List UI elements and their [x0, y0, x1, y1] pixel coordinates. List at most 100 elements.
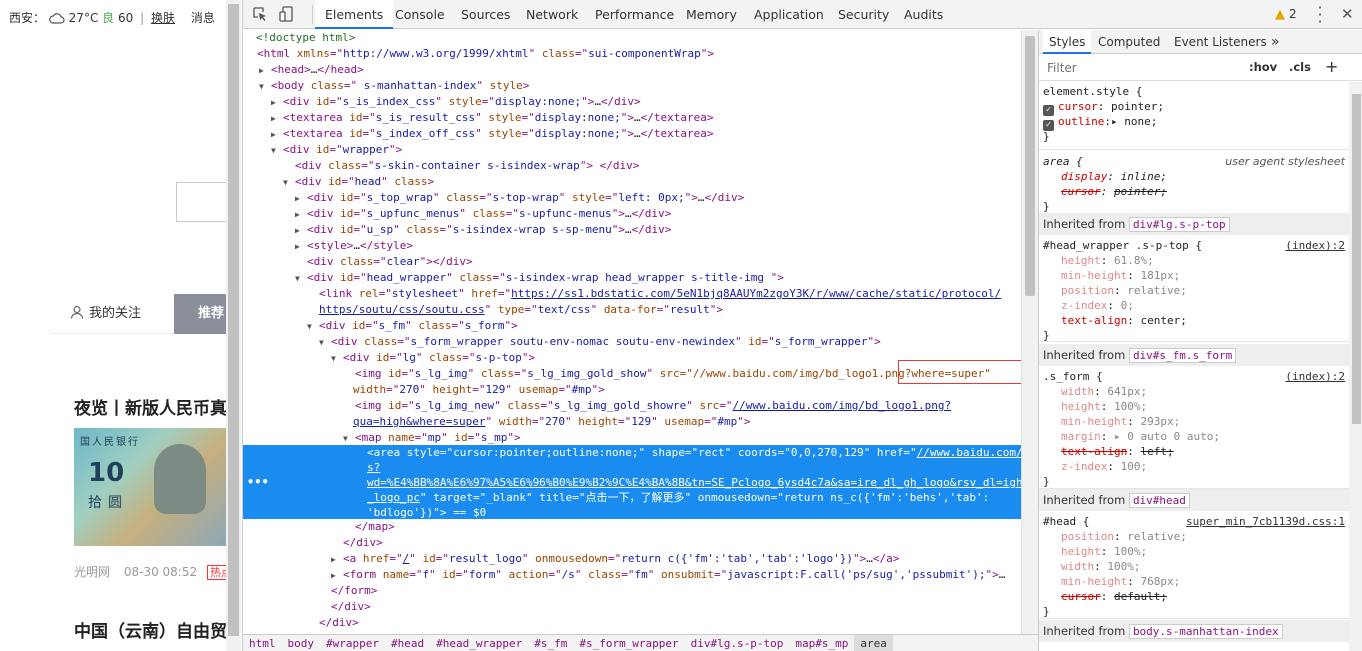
- tab-event-listeners[interactable]: Event Listeners: [1174, 30, 1267, 54]
- dom-node[interactable]: <link rel="stylesheet" href="https://ss1…: [243, 286, 1021, 302]
- dom-node[interactable]: <div class="s-skin-container s-isindex-w…: [243, 158, 1021, 174]
- style-property[interactable]: min-height: 181px;: [1039, 268, 1349, 283]
- rule-source[interactable]: (index):2: [1285, 238, 1345, 253]
- more-tabs-chevron-icon[interactable]: »: [1271, 30, 1280, 54]
- message-link[interactable]: 消息: [191, 11, 215, 25]
- dom-node[interactable]: </div>: [243, 535, 1021, 551]
- style-property[interactable]: z-index: 0;: [1039, 298, 1349, 313]
- inspect-element-icon[interactable]: [252, 6, 268, 22]
- tab-performance[interactable]: Performance: [595, 0, 674, 29]
- dom-node[interactable]: ▶ <div id="s_is_index_css" style="display…: [243, 94, 1021, 110]
- hov-toggle[interactable]: :hov: [1249, 60, 1277, 74]
- crumb[interactable]: div#lg.s-p-top: [685, 635, 790, 651]
- dom-node[interactable]: </map>: [243, 519, 1021, 535]
- dom-node[interactable]: ▼ <div id="head_wrapper" class="s-isindex…: [243, 270, 1021, 286]
- device-toolbar-icon[interactable]: [279, 6, 295, 22]
- crumb[interactable]: body: [282, 635, 321, 651]
- styles-scrollbar[interactable]: [1349, 82, 1362, 651]
- style-property[interactable]: position: relative;: [1039, 529, 1349, 544]
- style-property[interactable]: ✓ outline:▸ none;: [1039, 114, 1349, 131]
- inherited-chip[interactable]: div#s_fm.s_form: [1128, 348, 1237, 363]
- dom-node[interactable]: </div>: [243, 599, 1021, 615]
- dom-node[interactable]: ▼ <div class="s_form_wrapper soutu-env-no…: [243, 334, 1021, 350]
- page-scrollbar-thumb[interactable]: [228, 4, 239, 636]
- dom-node[interactable]: ▶ <div id="u_sp" class="s-isindex-wrap s-…: [243, 222, 1021, 238]
- tab-computed[interactable]: Computed: [1098, 30, 1160, 54]
- style-property[interactable]: z-index: 100;: [1039, 459, 1349, 474]
- more-options-icon[interactable]: · · ·: [1315, 0, 1325, 30]
- dom-node[interactable]: ▶ <textarea id="s_index_off_css" style="d…: [243, 126, 1021, 142]
- dom-node[interactable]: <img id="s_lg_img_new" class="s_lg_img_g…: [243, 398, 1021, 414]
- dom-node[interactable]: ▶ <head>…</head>: [243, 62, 1021, 78]
- dom-node[interactable]: ▶ <textarea id="s_is_result_css" style="d…: [243, 110, 1021, 126]
- selected-dom-node[interactable]: <area style="cursor:pointer;outline:none…: [243, 445, 1021, 519]
- dom-node[interactable]: <!doctype html>: [243, 30, 1021, 46]
- elements-scrollbar-thumb[interactable]: [1025, 36, 1035, 296]
- tab-audits[interactable]: Audits: [904, 0, 943, 29]
- dom-node[interactable]: <html xmlns="http://www.w3.org/1999/xhtm…: [243, 46, 1021, 62]
- style-property[interactable]: margin: ▸ 0 auto 0 auto;: [1039, 429, 1349, 444]
- style-property[interactable]: position: relative;: [1039, 283, 1349, 298]
- dom-node[interactable]: ▶ <style>…</style>: [243, 238, 1021, 254]
- crumb[interactable]: map#s_mp: [789, 635, 854, 651]
- style-property[interactable]: height: 100%;: [1039, 544, 1349, 559]
- tab-memory[interactable]: Memory: [686, 0, 737, 29]
- news-image[interactable]: 国人民银行 10 拾圆: [74, 428, 226, 546]
- tab-application[interactable]: Application: [754, 0, 824, 29]
- style-property[interactable]: cursor: default;: [1039, 589, 1349, 604]
- dom-node[interactable]: </form>: [243, 583, 1021, 599]
- style-property[interactable]: min-height: 293px;: [1039, 414, 1349, 429]
- styles-scrollbar-thumb[interactable]: [1352, 94, 1361, 424]
- dom-node[interactable]: width="270" height="129" usemap="#mp">: [243, 382, 1021, 398]
- dom-node[interactable]: ▼ <body class=" s-manhattan-index" style>: [243, 78, 1021, 94]
- close-icon[interactable]: ✕: [1341, 5, 1354, 23]
- cls-toggle[interactable]: .cls: [1289, 60, 1311, 74]
- dom-node[interactable]: ▶ <div id="s_top_wrap" class="s-top-wrap"…: [243, 190, 1021, 206]
- dom-node[interactable]: ▼ <div id="head" class>: [243, 174, 1021, 190]
- style-property[interactable]: min-height: 768px;: [1039, 574, 1349, 589]
- styles-filter-input[interactable]: [1043, 58, 1239, 78]
- tab-my-follow[interactable]: 我的关注: [70, 294, 141, 334]
- style-property[interactable]: width: 641px;: [1039, 384, 1349, 399]
- page-scrollbar[interactable]: [226, 0, 241, 651]
- dom-node[interactable]: ▼ <map name="mp" id="s_mp">: [243, 430, 1021, 446]
- rule-source[interactable]: (index):2: [1285, 369, 1345, 384]
- tab-network[interactable]: Network: [526, 0, 578, 29]
- news-title[interactable]: 夜览丨新版人民币真: [74, 394, 226, 419]
- dom-node[interactable]: ▶ <form name="f" id="form" action="/s" cl…: [243, 567, 1021, 583]
- dom-node[interactable]: ▶ <div id="s_upfunc_menus" class="s-upfun…: [243, 206, 1021, 222]
- tab-recommended[interactable]: 推荐: [174, 294, 226, 334]
- style-property[interactable]: text-align: left;: [1039, 444, 1349, 459]
- dom-node[interactable]: ▶ <a href="/" id="result_logo" onmousedow…: [243, 551, 1021, 567]
- news-title[interactable]: 中国（云南）自由贸: [74, 617, 226, 642]
- dom-node[interactable]: qua=high&where=super" width="270" height…: [243, 414, 1021, 430]
- tab-styles[interactable]: Styles: [1043, 30, 1092, 54]
- elements-scrollbar[interactable]: [1021, 30, 1038, 634]
- style-property[interactable]: width: 100%;: [1039, 559, 1349, 574]
- elements-tree[interactable]: <!doctype html> <html xmlns="http://www.…: [243, 30, 1021, 634]
- style-property[interactable]: display: inline;: [1039, 169, 1349, 184]
- crumb[interactable]: #s_fm: [528, 635, 573, 651]
- inherited-chip[interactable]: div#head: [1128, 493, 1190, 508]
- tab-elements[interactable]: Elements: [315, 0, 394, 29]
- rule-source[interactable]: super_min_7cb1139d.css:1: [1186, 514, 1345, 529]
- crumb-current[interactable]: area: [854, 635, 893, 651]
- style-property[interactable]: height: 61.8%;: [1039, 253, 1349, 268]
- dom-node[interactable]: https/soutu/css/soutu.css" type="text/cs…: [243, 302, 1021, 318]
- tab-security[interactable]: Security: [838, 0, 889, 29]
- style-property[interactable]: ✓ cursor: pointer;: [1039, 99, 1349, 116]
- crumb[interactable]: #s_form_wrapper: [573, 635, 684, 651]
- tab-console[interactable]: Console: [395, 0, 445, 29]
- style-property[interactable]: height: 100%;: [1039, 399, 1349, 414]
- crumb[interactable]: #wrapper: [320, 635, 385, 651]
- dom-node[interactable]: ▼ <div id="wrapper">: [243, 142, 1021, 158]
- style-property[interactable]: cursor: pointer;: [1039, 184, 1349, 199]
- skin-link[interactable]: 换肤: [151, 11, 175, 25]
- search-input[interactable]: [176, 182, 226, 222]
- dom-node[interactable]: </div>: [243, 615, 1021, 631]
- crumb[interactable]: #head_wrapper: [430, 635, 528, 651]
- dom-node[interactable]: <div class="clear"></div>: [243, 254, 1021, 270]
- dom-node[interactable]: <img id="s_lg_img" class="s_lg_img_gold_…: [243, 366, 1021, 382]
- tab-sources[interactable]: Sources: [461, 0, 510, 29]
- node-actions-ellipsis[interactable]: •••: [247, 475, 269, 489]
